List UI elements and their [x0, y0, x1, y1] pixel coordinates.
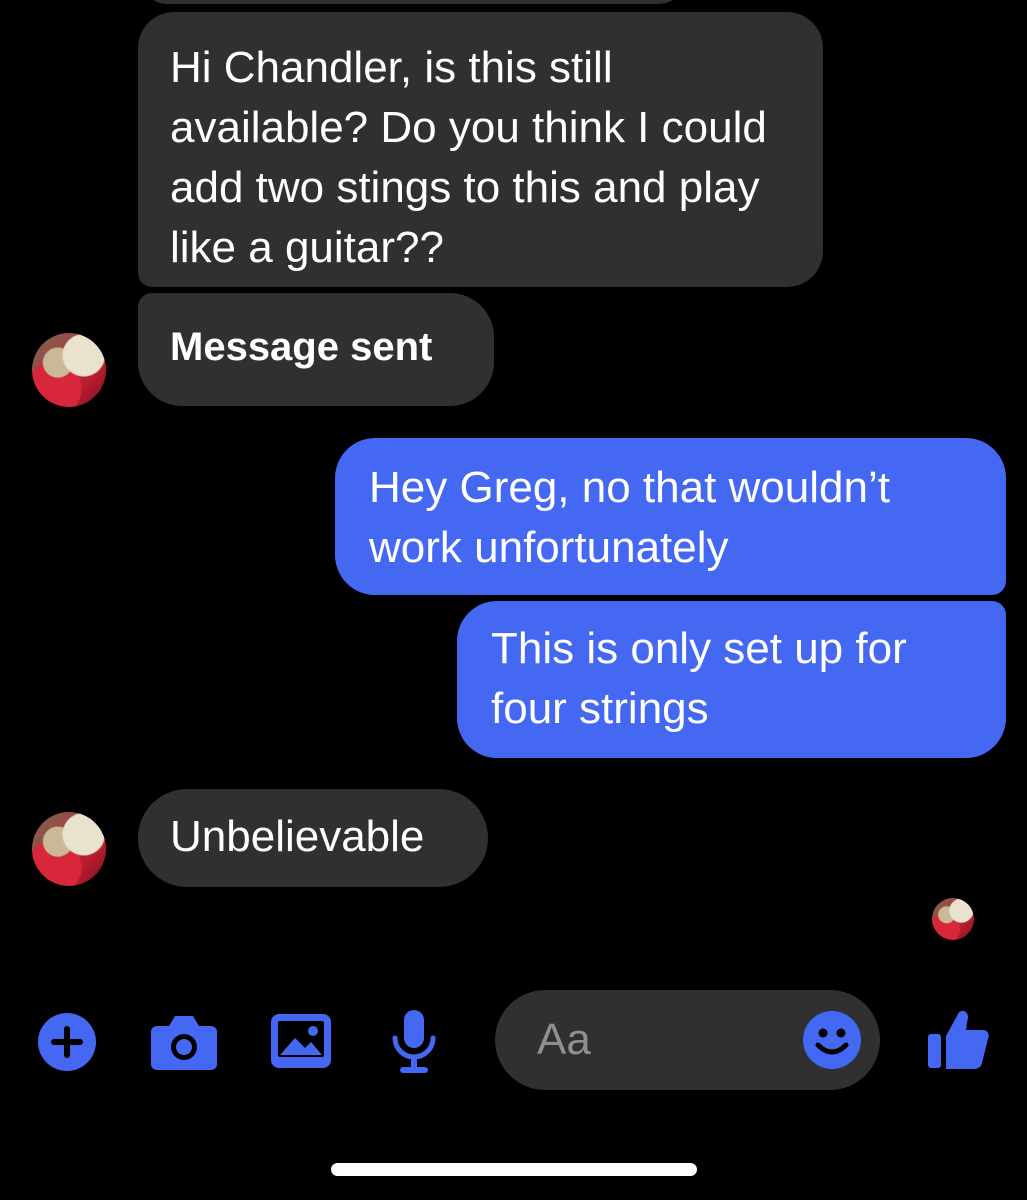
incoming-message-bubble[interactable]: Unbelievable	[138, 789, 488, 887]
home-indicator	[331, 1163, 697, 1176]
message-input[interactable]: Aa	[495, 990, 880, 1090]
thumbs-up-icon[interactable]	[928, 1008, 990, 1070]
message-text: Message sent	[170, 325, 433, 369]
incoming-message-bubble[interactable]: Message sent	[138, 293, 494, 406]
message-input-placeholder: Aa	[537, 1015, 591, 1064]
incoming-message-bubble[interactable]: Hi Chandler, is this still available? Do…	[138, 12, 823, 287]
microphone-icon[interactable]	[391, 1010, 437, 1074]
message-text: Hey Greg, no that wouldn’t work unfortun…	[369, 463, 890, 572]
outgoing-message-bubble[interactable]: This is only set up for four strings	[457, 601, 1006, 758]
emoji-icon[interactable]	[803, 1011, 861, 1069]
message-text: Unbelievable	[170, 812, 425, 861]
camera-icon[interactable]	[151, 1014, 217, 1070]
read-receipt-avatar	[932, 898, 974, 940]
contact-avatar[interactable]	[32, 812, 106, 886]
contact-avatar[interactable]	[32, 333, 106, 407]
plus-icon[interactable]	[38, 1013, 96, 1071]
image-icon[interactable]	[271, 1014, 331, 1068]
outgoing-message-bubble[interactable]: Hey Greg, no that wouldn’t work unfortun…	[335, 438, 1006, 595]
message-text: Hi Chandler, is this still available? Do…	[170, 43, 767, 272]
previous-message-bubble-edge	[138, 0, 688, 4]
message-text: This is only set up for four strings	[491, 624, 907, 733]
